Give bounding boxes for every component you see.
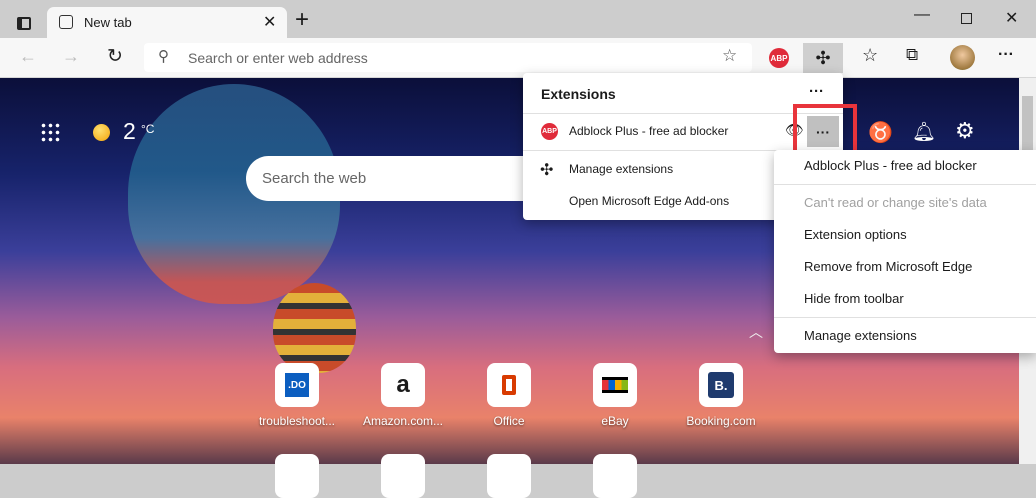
new-tab-icon — [59, 15, 73, 29]
favorites-button[interactable]: ☆ — [862, 45, 878, 66]
tab-new-tab[interactable]: New tab ✕ — [47, 7, 287, 38]
temperature-unit: °C — [141, 122, 155, 136]
do-icon: .DO — [285, 373, 309, 397]
search-icon: ⚲ — [158, 48, 169, 65]
settings-more-button[interactable]: ··· — [998, 46, 1014, 64]
manage-extensions-link[interactable]: Manage extensions — [569, 162, 673, 176]
address-input[interactable]: Search or enter web address — [188, 50, 368, 66]
extension-name[interactable]: Adblock Plus - free ad blocker — [569, 124, 728, 138]
puzzle-icon: ✣ — [815, 47, 831, 68]
amazon-icon: a — [396, 371, 410, 398]
tile-ebay[interactable] — [593, 363, 637, 407]
notifications-bell-icon[interactable]: 🔔︎ — [912, 120, 936, 144]
tab-actions-icon[interactable] — [14, 13, 34, 33]
ebay-bag-icon — [602, 377, 628, 393]
menu-item-extension-options[interactable]: Extension options — [804, 227, 907, 242]
collections-button[interactable]: ⧉ — [906, 45, 918, 65]
tab-title: New tab — [84, 15, 132, 30]
sun-icon — [93, 124, 110, 141]
small-balloon-image — [273, 283, 356, 373]
maximize-button[interactable] — [961, 13, 972, 24]
tile-label: Amazon.com... — [362, 414, 444, 428]
tile-label: Booking.com — [686, 414, 756, 428]
tile-label: Office — [493, 414, 525, 428]
tile[interactable] — [275, 454, 319, 498]
menu-item-site-access: Can't read or change site's data — [804, 195, 987, 210]
adblock-extension-button[interactable]: ABP — [769, 48, 789, 68]
menu-item-remove[interactable]: Remove from Microsoft Edge — [804, 259, 972, 274]
menu-item-hide-from-toolbar[interactable]: Hide from toolbar — [804, 291, 904, 306]
minimize-button[interactable]: — — [914, 6, 930, 24]
tile-label: eBay — [601, 414, 629, 428]
web-search-input[interactable]: Search the web — [262, 170, 366, 187]
apps-grid-icon[interactable] — [40, 122, 62, 142]
temperature[interactable]: 2 — [123, 118, 136, 145]
rewards-icon[interactable]: ♉ — [868, 120, 893, 145]
address-bar[interactable]: ⚲ Search or enter web address ☆ — [144, 43, 752, 72]
chevron-up-icon[interactable]: ︿ — [749, 322, 763, 342]
puzzle-icon: ✣ — [540, 162, 554, 179]
open-addons-link[interactable]: Open Microsoft Edge Add-ons — [569, 194, 729, 208]
profile-avatar[interactable] — [950, 45, 975, 70]
close-window-button[interactable]: ✕ — [1005, 8, 1018, 28]
abp-icon: ABP — [541, 123, 558, 140]
refresh-button[interactable]: ↻ — [107, 45, 123, 68]
page-settings-gear-icon[interactable]: ⚙ — [955, 118, 975, 144]
booking-icon: B. — [708, 372, 734, 398]
add-favorite-icon[interactable]: ☆ — [722, 46, 737, 66]
extensions-title: Extensions — [541, 86, 616, 102]
tile-label: troubleshoot... — [258, 414, 336, 428]
menu-item-manage-extensions[interactable]: Manage extensions — [804, 328, 917, 343]
web-search-box[interactable]: Search the web — [246, 156, 566, 201]
new-tab-button[interactable]: + — [295, 6, 309, 34]
back-button[interactable]: ← — [19, 46, 37, 67]
extensions-button[interactable]: ✣ — [803, 43, 843, 73]
tile-troubleshoot[interactable]: .DO — [275, 363, 319, 407]
tile[interactable] — [487, 454, 531, 498]
tile-office[interactable] — [487, 363, 531, 407]
tile[interactable] — [381, 454, 425, 498]
tile-booking[interactable]: B. — [699, 363, 743, 407]
tile-amazon[interactable]: a — [381, 363, 425, 407]
abp-label: ABP — [770, 53, 788, 63]
close-tab-icon[interactable]: ✕ — [263, 12, 276, 32]
extensions-more-button[interactable]: ··· — [809, 83, 824, 100]
tile[interactable] — [593, 454, 637, 498]
office-icon — [502, 375, 516, 395]
forward-button[interactable]: → — [62, 46, 80, 67]
extension-context-menu: Adblock Plus - free ad blocker Can't rea… — [774, 150, 1036, 353]
menu-item-extension-name[interactable]: Adblock Plus - free ad blocker — [804, 158, 977, 173]
